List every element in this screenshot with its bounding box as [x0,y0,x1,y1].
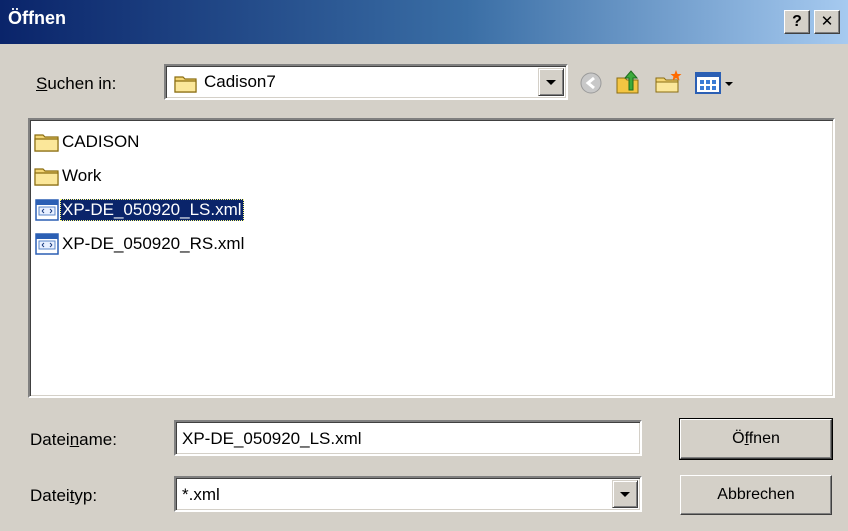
help-button[interactable]: ? [784,10,810,34]
filetype-dropdown-button[interactable] [612,480,638,508]
chevron-down-icon [620,492,630,497]
chevron-down-icon [546,80,556,85]
new-folder-button[interactable] [654,68,684,96]
cancel-button[interactable]: Abbrechen [680,475,832,515]
look-in-dropdown-button[interactable] [538,68,564,96]
file-list[interactable]: CADISON Work XP-DE_050920_LS.xml XP-DE_0… [28,118,835,398]
list-item[interactable]: CADISON [34,130,141,154]
xml-file-icon [35,199,59,221]
list-item[interactable]: XP-DE_050920_LS.xml [34,198,244,222]
window-title: Öffnen [8,8,66,28]
open-button[interactable]: Öffnen [679,418,833,460]
view-menu-button[interactable] [694,70,736,96]
filetype-value: *.xml [182,485,220,504]
filename-value: XP-DE_050920_LS.xml [182,429,362,448]
view-menu-icon [695,72,733,94]
folder-icon [34,134,59,152]
list-item-label: XP-DE_050920_RS.xml [62,234,245,253]
xml-file-icon [35,233,59,255]
filetype-combobox[interactable]: *.xml [174,476,642,512]
list-item[interactable]: XP-DE_050920_RS.xml [34,232,246,256]
back-button[interactable] [578,70,604,96]
new-folder-icon [655,70,682,93]
list-item-label: CADISON [62,132,140,151]
look-in-value: Cadison7 [204,72,276,91]
list-item[interactable]: Work [34,164,103,188]
folder-icon [174,76,197,93]
back-arrow-icon [580,72,602,94]
close-button[interactable]: ✕ [814,10,840,34]
list-item-label: XP-DE_050920_LS.xml [60,199,244,221]
look-in-label: Suchen in: [36,74,117,93]
folder-icon [34,168,59,186]
title-bar[interactable]: Öffnen ? ✕ [0,0,848,44]
list-item-label: Work [62,166,102,185]
filetype-label: Dateityp: [30,486,98,505]
look-in-combobox[interactable]: Cadison7 [164,64,568,100]
up-folder-button[interactable] [614,68,642,96]
close-icon: ✕ [820,13,834,30]
filename-label: Dateiname: [30,430,117,449]
up-folder-icon [616,70,639,94]
filename-input[interactable]: XP-DE_050920_LS.xml [174,420,642,456]
